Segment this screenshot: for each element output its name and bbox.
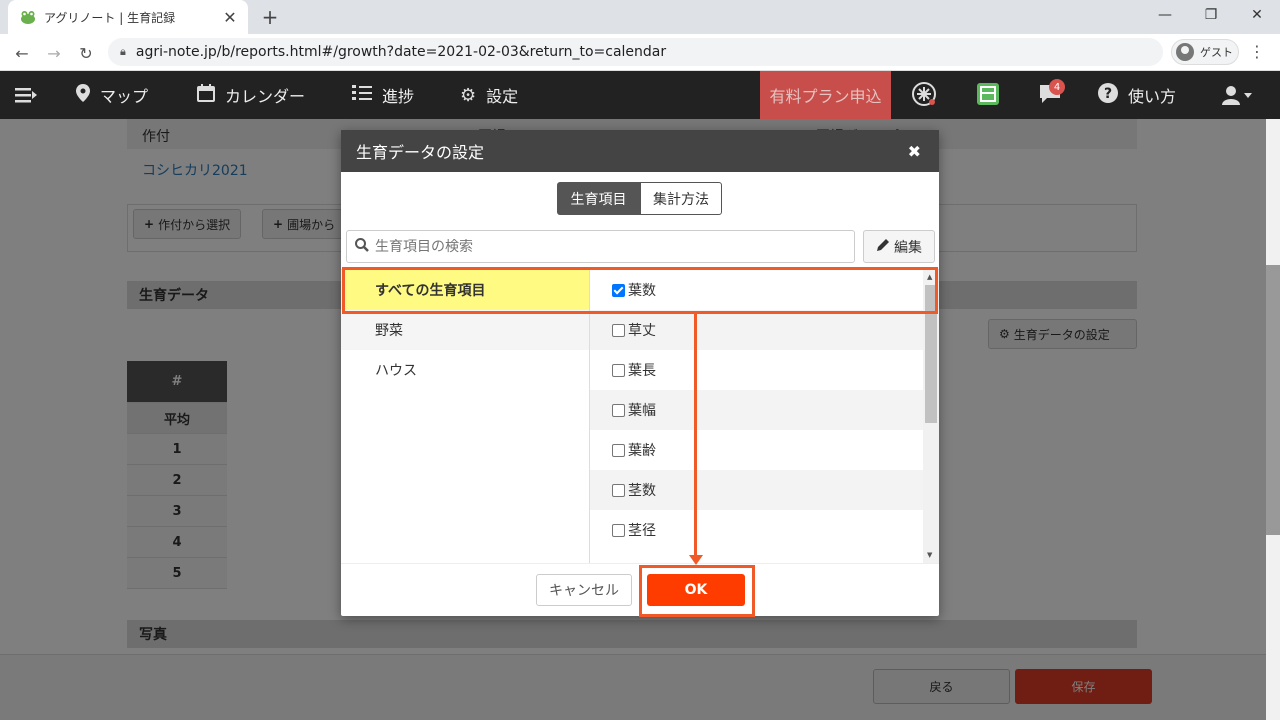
nav-label-help: 使い方 bbox=[1128, 87, 1177, 106]
url-text: agri-note.jp/b/reports.html#/growth?date… bbox=[135, 44, 667, 60]
minimize-icon[interactable]: — bbox=[1142, 0, 1188, 30]
help-icon: ? bbox=[1098, 82, 1118, 108]
premium-plan-button[interactable]: 有料プラン申込 bbox=[760, 71, 891, 119]
svg-text:?: ? bbox=[1104, 86, 1112, 102]
browser-menu-icon[interactable]: ⋮ bbox=[1249, 42, 1265, 61]
address-bar-row: ← → ↻ 🔒︎ agri-note.jp/b/reports.html#/gr… bbox=[0, 34, 1280, 71]
nav-item-settings[interactable]: ⚙ 設定 bbox=[460, 71, 518, 119]
list-item[interactable]: 葉数 bbox=[590, 270, 923, 310]
category-list: すべての生育項目 野菜 ハウス bbox=[341, 270, 590, 563]
list-item[interactable]: 茎数 bbox=[590, 470, 923, 510]
growth-settings-dialog: 生育データの設定 ✖ 生育項目 集計方法 編集 すべての生育項目 野菜 ハウス … bbox=[341, 130, 939, 616]
list-item[interactable]: 茎径 bbox=[590, 510, 923, 550]
edit-button[interactable]: 編集 bbox=[863, 230, 935, 263]
annotation-arrow-head-icon bbox=[689, 555, 703, 565]
checklist-icon bbox=[352, 84, 372, 107]
map-pin-icon bbox=[76, 83, 90, 107]
nav-item-map[interactable]: マップ bbox=[76, 71, 148, 119]
lock-icon: 🔒︎ bbox=[120, 45, 126, 58]
item-label: 葉齢 bbox=[628, 443, 656, 459]
checkbox[interactable] bbox=[612, 523, 625, 537]
frog-favicon-icon bbox=[21, 11, 35, 24]
item-label: 茎数 bbox=[628, 483, 656, 499]
checkbox[interactable] bbox=[612, 323, 625, 337]
hamburger-menu-icon[interactable] bbox=[15, 71, 37, 119]
notification-badge: 4 bbox=[1049, 79, 1065, 95]
item-label: 草丈 bbox=[628, 323, 656, 339]
item-label: 葉幅 bbox=[628, 403, 656, 419]
nav-item-help[interactable]: ? 使い方 bbox=[1098, 71, 1176, 119]
ok-button[interactable]: OK bbox=[647, 574, 745, 606]
scroll-up-arrow-icon[interactable]: ▲ bbox=[927, 273, 932, 281]
nav-item-progress[interactable]: 進捗 bbox=[352, 71, 414, 119]
nav-label-map: マップ bbox=[100, 87, 149, 106]
nav-label-settings: 設定 bbox=[486, 87, 519, 106]
checkbox[interactable] bbox=[612, 283, 625, 297]
profile-avatar-icon bbox=[1176, 43, 1194, 61]
cancel-button[interactable]: キャンセル bbox=[536, 574, 632, 606]
profile-label: ゲスト bbox=[1200, 46, 1233, 59]
nav-item-calendar[interactable]: カレンダー bbox=[197, 71, 305, 119]
annotation-arrow bbox=[694, 312, 697, 562]
app-navbar: マップ カレンダー 進捗 ⚙ 設定 有料プラン申込 ? 使い方 bbox=[0, 71, 1280, 119]
list-item[interactable]: 葉長 bbox=[590, 350, 923, 390]
list-item[interactable]: 草丈 bbox=[590, 310, 923, 350]
category-item-house[interactable]: ハウス bbox=[341, 350, 589, 390]
pencil-icon bbox=[876, 238, 890, 256]
dialog-header: 生育データの設定 ✖ bbox=[341, 130, 939, 172]
notebook-icon[interactable] bbox=[975, 81, 1001, 107]
close-icon[interactable]: ✖ bbox=[908, 142, 921, 161]
url-field[interactable]: 🔒︎ agri-note.jp/b/reports.html#/growth?d… bbox=[108, 38, 1163, 66]
tab-title: アグリノート | 生育記録 bbox=[44, 10, 176, 25]
user-menu-icon[interactable] bbox=[1222, 71, 1254, 119]
growth-item-list: 葉数 草丈 葉長 葉幅 葉齢 茎数 茎径 bbox=[590, 270, 923, 563]
item-list-scrollbar-thumb[interactable] bbox=[925, 285, 937, 423]
tab-aggregation-method[interactable]: 集計方法 bbox=[640, 182, 722, 215]
window-close-icon[interactable]: ✕ bbox=[1234, 0, 1280, 30]
list-item[interactable]: 葉幅 bbox=[590, 390, 923, 430]
item-label: 茎径 bbox=[628, 523, 656, 539]
restore-icon[interactable]: ❐ bbox=[1188, 0, 1234, 30]
profile-button[interactable]: ゲスト bbox=[1171, 39, 1239, 65]
close-tab-icon[interactable]: ✕ bbox=[218, 5, 242, 29]
search-input[interactable] bbox=[375, 238, 845, 255]
search-icon bbox=[355, 237, 369, 256]
category-item-all[interactable]: すべての生育項目 bbox=[341, 270, 589, 310]
browser-tabbar: アグリノート | 生育記録 ✕ + — ❐ ✕ bbox=[0, 0, 1280, 34]
browser-tab[interactable]: アグリノート | 生育記録 ✕ bbox=[8, 0, 248, 34]
dialog-title: 生育データの設定 bbox=[356, 143, 485, 162]
nav-label-progress: 進捗 bbox=[382, 87, 415, 106]
footer-divider bbox=[341, 563, 939, 564]
new-tab-icon[interactable]: + bbox=[258, 5, 282, 29]
checkbox[interactable] bbox=[612, 483, 625, 497]
scroll-down-arrow-icon[interactable]: ▼ bbox=[927, 551, 932, 559]
reload-icon[interactable]: ↻ bbox=[72, 39, 100, 67]
calendar-icon bbox=[197, 83, 215, 107]
checkbox[interactable] bbox=[612, 443, 625, 457]
forward-arrow-icon[interactable]: → bbox=[40, 39, 68, 67]
page-scrollbar-thumb[interactable] bbox=[1266, 265, 1280, 535]
tab-growth-items[interactable]: 生育項目 bbox=[557, 182, 640, 215]
edit-label: 編集 bbox=[894, 239, 922, 256]
checkbox[interactable] bbox=[612, 363, 625, 377]
item-label: 葉数 bbox=[628, 283, 656, 299]
item-label: 葉長 bbox=[628, 363, 656, 379]
nav-label-calendar: カレンダー bbox=[225, 87, 306, 106]
growth-item-search[interactable] bbox=[346, 230, 855, 263]
gear-icon: ⚙ bbox=[460, 84, 477, 106]
checkbox[interactable] bbox=[612, 403, 625, 417]
category-item-vegetables[interactable]: 野菜 bbox=[341, 310, 589, 350]
weather-icon[interactable] bbox=[911, 81, 937, 107]
back-arrow-icon[interactable]: ← bbox=[8, 39, 36, 67]
list-item[interactable]: 葉齢 bbox=[590, 430, 923, 470]
